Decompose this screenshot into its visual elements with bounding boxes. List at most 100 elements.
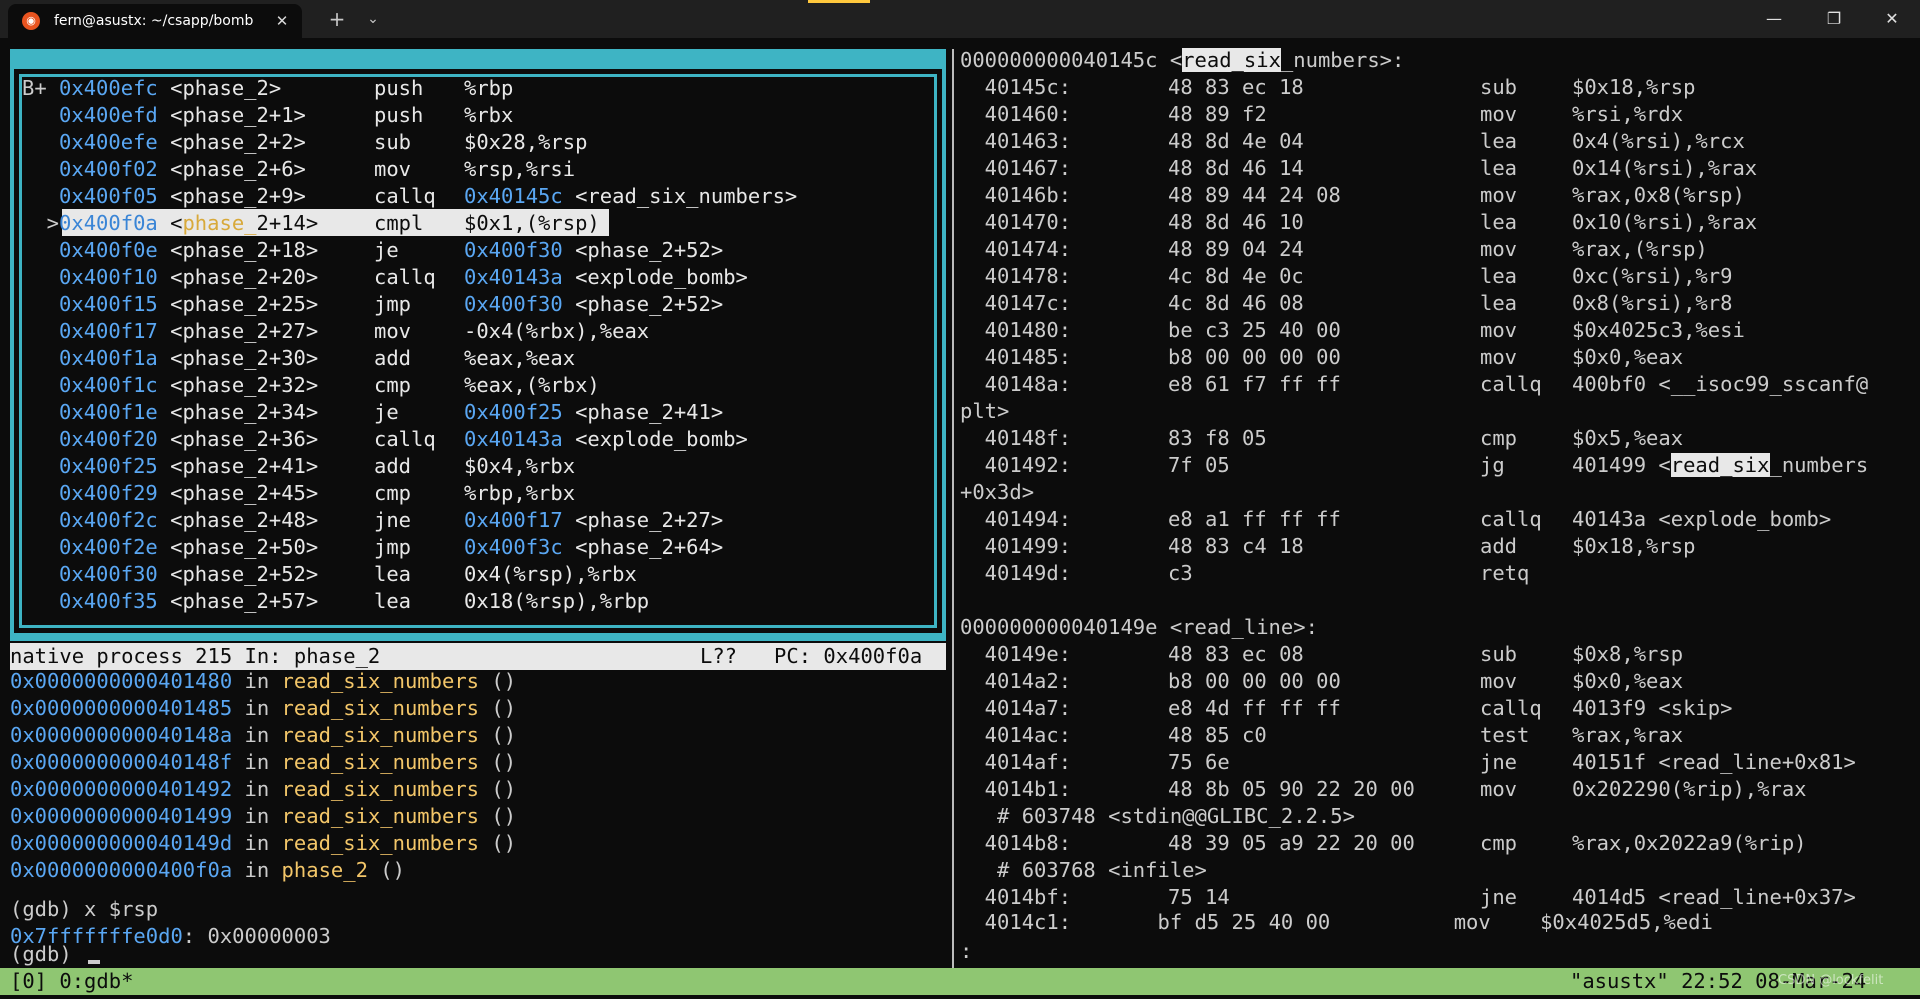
asm-row-opcode: lea (374, 589, 461, 613)
asm-row-operands: 0x400f30 <phase_2+52> (464, 237, 723, 264)
maximize-button[interactable]: ❐ (1804, 0, 1864, 38)
asm-row[interactable]: 0x400f30 <phase_2+52> (22, 561, 355, 588)
asm-row-symbol: <phase_2+50> (157, 535, 356, 559)
asm-row-address: 0x400efc (59, 76, 158, 100)
asm-row-symbol: <phase_2+6> (157, 157, 356, 181)
objdump-mnemonic: lea (1480, 264, 1518, 288)
gdb-frame-line: 0x000000000040148a in read_six_numbers (… (10, 722, 516, 749)
pager-prompt[interactable]: 4014c1: bf d5 25 40 00 mov $0x4025d5,%ed… (960, 909, 1713, 936)
objdump-bytes: 4c 8d 4e 0c (1168, 264, 1428, 288)
objdump-bytes: e8 61 f7 ff ff (1168, 372, 1428, 396)
objdump-address: 4014b1: (960, 777, 1072, 801)
terminal-tab[interactable]: ◉ fern@asustx: ~/csapp/bomb ✕ (8, 4, 302, 38)
objdump-operands: 4014d5 <read_line+0x37> (1572, 885, 1856, 909)
asm-row-target[interactable]: 0x400f30 (464, 238, 563, 262)
frame-parens: () (479, 696, 517, 720)
objdump-address: 401480: (960, 318, 1072, 342)
objdump-bytes: 48 89 f2 (1168, 102, 1428, 126)
asm-row-target[interactable]: 0x400f25 (464, 400, 563, 424)
asm-row-address: 0x400f25 (59, 454, 158, 478)
close-tab-icon[interactable]: ✕ (272, 11, 292, 31)
asm-row-args: %rbx (464, 103, 514, 127)
asm-row-target[interactable]: 0x400f3c (464, 535, 563, 559)
objdump-address: 401470: (960, 210, 1072, 234)
objdump-operands: 40143a <explode_bomb> (1572, 507, 1832, 531)
objdump-line: 40148a: (960, 371, 1071, 398)
frame-function: read_six_numbers (281, 777, 480, 801)
objdump-mnemonic: cmp (1480, 831, 1518, 855)
tmux-window-list[interactable]: [0] 0:gdb* (10, 968, 133, 995)
asm-row[interactable]: 0x400f02 <phase_2+6> (22, 156, 355, 183)
close-window-button[interactable]: ✕ (1862, 0, 1920, 38)
new-tab-button[interactable]: + (322, 6, 352, 32)
objdump-mnemonic: sub (1480, 75, 1518, 99)
asm-row[interactable]: 0x400efd <phase_2+1> (22, 102, 355, 129)
objdump-bytes: 48 39 05 a9 22 20 00 (1168, 831, 1428, 855)
asm-row[interactable]: 0x400f10 <phase_2+20> (22, 264, 355, 291)
asm-row-target[interactable]: 0x40143a (464, 427, 563, 451)
asm-row-target[interactable]: 0x40143a (464, 265, 563, 289)
asm-row[interactable]: 0x400f2c <phase_2+48> (22, 507, 355, 534)
frame-function: read_six_numbers (281, 804, 480, 828)
objdump-line: 40146b: (960, 182, 1071, 209)
asm-row-symbol: <phase_2+30> (157, 346, 356, 370)
minimize-button[interactable]: — (1744, 0, 1804, 38)
objdump-address: 401478: (960, 264, 1072, 288)
asm-row-opcode: cmp (374, 373, 461, 397)
asm-row[interactable]: 0x400f29 <phase_2+45> (22, 480, 355, 507)
asm-row-args: $0x4,%rbx (464, 454, 576, 478)
objdump-bytes: 48 8b 05 90 22 20 00 (1168, 777, 1428, 801)
asm-row[interactable]: 0x400efe <phase_2+2> (22, 129, 355, 156)
asm-row[interactable]: 0x400f17 <phase_2+27> (22, 318, 355, 345)
objdump-operands: 0x10(%rsi),%rax (1572, 210, 1758, 234)
asm-row[interactable]: 0x400f1c <phase_2+32> (22, 372, 355, 399)
objdump-line: 4014b8: (960, 830, 1071, 857)
asm-row[interactable]: 0x400f1e <phase_2+34> (22, 399, 355, 426)
watermark: CSDN @lockfelit (1778, 973, 1884, 988)
asm-row[interactable]: 0x400f20 <phase_2+36> (22, 426, 355, 453)
asm-row-target[interactable]: 0x400f17 (464, 508, 563, 532)
asm-row-symbol: <phase_2+36> (157, 427, 356, 451)
objdump-operands: 401499 <read_six_numbers (1572, 453, 1869, 477)
asm-row[interactable]: B+ 0x400efc <phase_2> (22, 75, 355, 102)
objdump-mnemonic: lea (1480, 129, 1518, 153)
asm-row-marker (22, 373, 59, 397)
asm-row[interactable]: 0x400f35 <phase_2+57> (22, 588, 355, 615)
asm-row-target[interactable]: 0x40145c (464, 184, 563, 208)
asm-row[interactable]: 0x400f2e <phase_2+50> (22, 534, 355, 561)
objdump-address: 4014a7: (960, 696, 1072, 720)
asm-row[interactable]: >0x400f0a <phase_2+14> (22, 210, 355, 237)
asm-row-args: %rsp,%rsi (464, 157, 576, 181)
asm-row-opcode: callq (374, 265, 461, 289)
asm-row-operands: 0x40143a <explode_bomb> (464, 264, 748, 291)
gdb-frame-line: 0x000000000040148f in read_six_numbers (… (10, 749, 516, 776)
asm-row-target[interactable]: 0x400f30 (464, 292, 563, 316)
chevron-down-icon[interactable]: ⌄ (360, 6, 386, 32)
objdump-address: 40145c: (960, 75, 1072, 99)
frame-parens: () (479, 723, 517, 747)
objdump-operands: 0x14(%rsi),%rax (1572, 156, 1758, 180)
asm-row-address: 0x400f17 (59, 319, 158, 343)
gdb-prompt[interactable]: (gdb) (10, 941, 84, 968)
asm-row[interactable]: 0x400f15 <phase_2+25> (22, 291, 355, 318)
frame-in: in (232, 777, 282, 801)
objdump-address: 401460: (960, 102, 1072, 126)
objdump-mnemonic: mov (1480, 669, 1518, 693)
asm-row-operands: %rbp (464, 75, 513, 102)
objdump-line: 40149e: (960, 641, 1071, 668)
asm-row[interactable]: 0x400f05 <phase_2+9> (22, 183, 355, 210)
objdump-operands: $0x4025c3,%esi (1572, 318, 1745, 342)
objdump-mnemonic: add (1480, 534, 1518, 558)
objdump-address: 4014b8: (960, 831, 1072, 855)
asm-row[interactable]: 0x400f25 <phase_2+41> (22, 453, 355, 480)
asm-row[interactable]: 0x400f1a <phase_2+30> (22, 345, 355, 372)
asm-row-marker (22, 562, 59, 586)
gdb-frame-line: 0x0000000000401492 in read_six_numbers (… (10, 776, 516, 803)
asm-row-target-symbol: <explode_bomb> (562, 265, 748, 289)
objdump-address: 4014bf: (960, 885, 1072, 909)
objdump-line: 401494: (960, 506, 1071, 533)
objdump-mnemonic: jne (1480, 885, 1518, 909)
asm-row-args: 0x4(%rsp),%rbx (464, 562, 637, 586)
pane-divider[interactable] (952, 49, 954, 968)
asm-row[interactable]: 0x400f0e <phase_2+18> (22, 237, 355, 264)
